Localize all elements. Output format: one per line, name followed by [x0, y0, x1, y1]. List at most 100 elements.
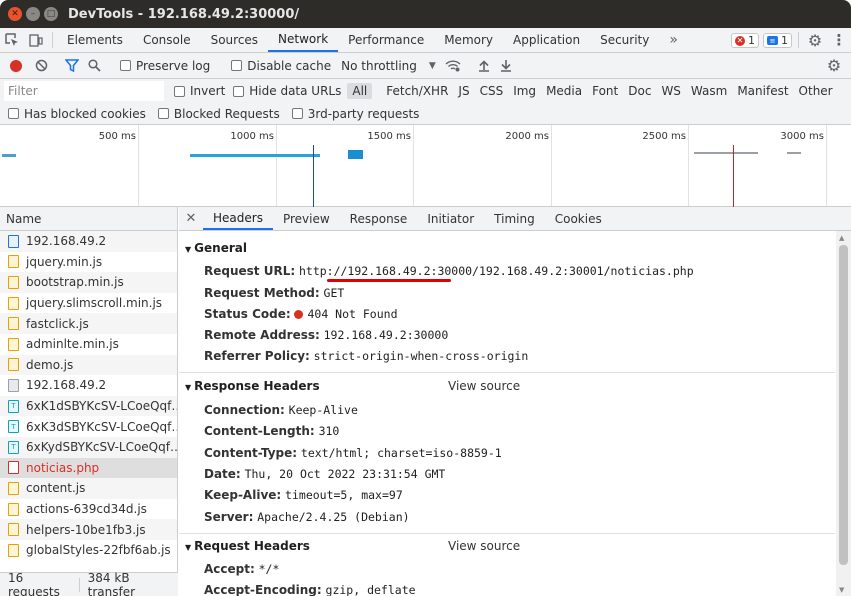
checkbox-box[interactable] [8, 108, 19, 119]
request-row[interactable]: T 6xK1dSBYKcSV-LCoeQqf… [0, 395, 177, 417]
filter-type-fetch-xhr[interactable]: Fetch/XHR [381, 83, 453, 99]
request-row[interactable]: jquery.slimscroll.min.js [0, 293, 177, 314]
third-party-requests-checkbox[interactable]: 3rd-party requests [291, 107, 419, 121]
header-key: Status Code: [204, 307, 291, 321]
blocked-requests-checkbox[interactable]: Blocked Requests [157, 107, 280, 121]
network-conditions-wifi-icon[interactable] [442, 55, 464, 77]
message-count-badge[interactable]: ≡ 1 [763, 33, 792, 48]
request-row[interactable]: helpers-10be1fb3.js [0, 519, 177, 540]
minimize-window-button[interactable]: – [26, 7, 40, 21]
header-key: Remote Address: [204, 328, 320, 342]
scroll-up-arrow-icon[interactable]: ▲ [839, 234, 844, 242]
error-count-badge[interactable]: ✕ 1 [731, 33, 759, 48]
checkbox-box[interactable] [157, 108, 169, 119]
filter-type-css[interactable]: CSS [475, 83, 509, 99]
request-row[interactable]: T 6xKydSBYKcSV-LCoeQqf… [0, 436, 177, 458]
filter-type-other[interactable]: Other [794, 83, 838, 99]
checkbox-box[interactable] [120, 60, 131, 71]
checkbox-box[interactable] [233, 85, 245, 97]
tab-timing[interactable]: Timing [484, 207, 545, 230]
checkbox-box[interactable] [291, 108, 303, 119]
filter-type-js[interactable]: JS [453, 83, 474, 99]
scroll-down-arrow-icon[interactable]: ▼ [839, 586, 844, 594]
export-har-download-icon[interactable] [495, 55, 517, 77]
request-row[interactable]: actions-639cd34d.js [0, 499, 177, 520]
request-row[interactable]: bootstrap.min.js [0, 272, 177, 293]
request-row[interactable]: 192.168.49.2 [0, 375, 177, 396]
request-row[interactable]: adminlte.min.js [0, 334, 177, 355]
timeline-overview[interactable]: 500 ms 1000 ms 1500 ms 2000 ms 2500 ms 3… [0, 125, 851, 207]
request-row[interactable]: T 6xK3dSBYKcSV-LCoeQqf… [0, 416, 177, 437]
request-row-selected[interactable]: noticias.php [0, 457, 177, 479]
tab-memory[interactable]: Memory [434, 28, 503, 52]
request-row[interactable]: content.js [0, 478, 177, 499]
request-view-source-link[interactable]: View source [448, 539, 520, 553]
tab-sources[interactable]: Sources [201, 28, 268, 52]
close-window-button[interactable]: ✕ [8, 7, 22, 21]
filter-bar: Filter Invert Hide data URLs All Fetch/X… [0, 79, 851, 103]
general-section-header[interactable]: ▼ General [185, 241, 247, 255]
script-icon [8, 481, 19, 495]
checkbox-box[interactable] [231, 60, 243, 71]
device-toolbar-icon[interactable] [24, 28, 48, 52]
has-blocked-cookies-checkbox[interactable]: Has blocked cookies [8, 107, 146, 121]
response-header-row: Content-Length: 310 [204, 424, 339, 438]
filter-type-font[interactable]: Font [587, 83, 623, 99]
settings-gear-icon[interactable]: ⚙ [803, 28, 827, 52]
request-headers-section-header[interactable]: ▼ Request Headers [185, 539, 310, 553]
request-row[interactable]: fastclick.js [0, 313, 177, 334]
tab-application[interactable]: Application [503, 28, 590, 52]
header-key: Request URL: [204, 264, 296, 278]
request-row[interactable]: jquery.min.js [0, 252, 177, 273]
response-view-source-link[interactable]: View source [448, 379, 520, 393]
tab-console[interactable]: Console [133, 28, 201, 52]
filter-type-img[interactable]: Img [508, 83, 541, 99]
disable-cache-checkbox[interactable]: Disable cache [231, 59, 331, 73]
close-details-icon[interactable]: ✕ [179, 207, 203, 230]
details-scrollbar[interactable]: ▲ ▼ [836, 231, 851, 596]
record-button[interactable] [10, 59, 22, 72]
scrollbar-thumb[interactable] [839, 245, 848, 565]
filter-type-media[interactable]: Media [541, 83, 587, 99]
import-har-upload-icon[interactable] [473, 55, 495, 77]
filter-funnel-icon[interactable] [61, 55, 83, 77]
filter-type-doc[interactable]: Doc [623, 83, 656, 99]
response-headers-section-header[interactable]: ▼ Response Headers [185, 379, 320, 393]
tab-performance[interactable]: Performance [338, 28, 434, 52]
request-row[interactable]: 192.168.49.2 [0, 231, 177, 252]
tab-cookies[interactable]: Cookies [545, 207, 612, 230]
invert-checkbox[interactable]: Invert [174, 84, 225, 98]
inspect-element-icon[interactable] [0, 28, 24, 52]
tab-response[interactable]: Response [340, 207, 418, 230]
request-row[interactable]: globalStyles-22fbf6ab.js [0, 540, 177, 561]
filter-type-wasm[interactable]: Wasm [686, 83, 732, 99]
maximize-window-button[interactable]: □ [44, 7, 58, 21]
tick-line [551, 125, 552, 206]
filter-type-ws[interactable]: WS [656, 83, 685, 99]
filter-input[interactable]: Filter [4, 81, 164, 101]
name-column-header[interactable]: Name [0, 207, 177, 231]
preserve-log-checkbox[interactable]: Preserve log [120, 59, 210, 73]
more-tabs-chevron-icon[interactable]: » [659, 28, 688, 52]
tab-headers[interactable]: Headers [203, 207, 273, 230]
tab-security[interactable]: Security [590, 28, 659, 52]
tab-preview[interactable]: Preview [273, 207, 340, 230]
tick-label: 2500 ms [642, 131, 686, 142]
request-name: content.js [26, 481, 86, 496]
filter-type-all[interactable]: All [347, 83, 373, 99]
script-icon [8, 543, 19, 557]
network-settings-gear-icon[interactable]: ⚙ [823, 55, 845, 77]
hide-data-urls-checkbox[interactable]: Hide data URLs [233, 84, 341, 98]
checkbox-box[interactable] [174, 85, 185, 97]
tab-elements[interactable]: Elements [57, 28, 133, 52]
tab-network[interactable]: Network [268, 28, 339, 52]
filter-type-manifest[interactable]: Manifest [732, 83, 793, 99]
header-key: Content-Type: [204, 446, 298, 460]
more-options-kebab-icon[interactable]: ⋮ [827, 28, 851, 52]
throttling-select[interactable]: No throttling ▼ [341, 59, 436, 73]
clear-icon[interactable] [30, 55, 52, 77]
search-icon[interactable] [83, 55, 105, 77]
request-row[interactable]: demo.js [0, 354, 177, 376]
request-bar [787, 152, 801, 154]
tab-initiator[interactable]: Initiator [417, 207, 484, 230]
